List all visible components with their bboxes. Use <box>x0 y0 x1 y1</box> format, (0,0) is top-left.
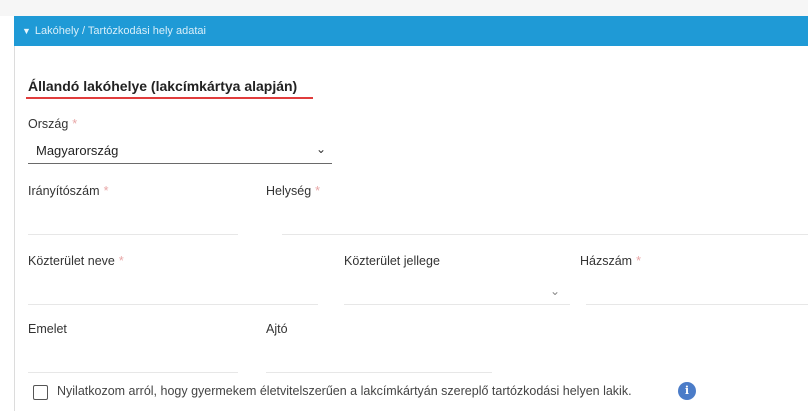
house-number-input[interactable] <box>586 280 808 305</box>
door-input[interactable] <box>266 348 492 373</box>
house-number-label: Házszám * <box>580 254 641 268</box>
street-type-select[interactable]: ⌄ <box>344 280 570 305</box>
section-title: Állandó lakóhelye (lakcímkártya alapján) <box>28 78 298 94</box>
top-strip <box>0 0 808 16</box>
required-mark: * <box>636 254 641 268</box>
section-title-underline <box>26 97 313 99</box>
zip-label-text: Irányítószám <box>28 184 100 198</box>
info-icon[interactable]: i <box>678 382 696 400</box>
door-label: Ajtó <box>266 322 288 336</box>
required-mark: * <box>118 254 124 268</box>
chevron-down-icon: ⌄ <box>315 142 326 156</box>
floor-label: Emelet <box>28 322 67 336</box>
country-label-text: Ország <box>28 117 69 131</box>
panel-border <box>14 46 15 411</box>
street-name-label: Közterület neve * <box>28 254 124 268</box>
house-number-label-text: Házszám <box>580 254 633 268</box>
city-label-text: Helység <box>266 184 312 198</box>
country-label: Ország * <box>28 117 77 131</box>
country-select[interactable]: Magyarország ⌄ <box>28 139 332 164</box>
declaration-checkbox[interactable] <box>33 385 48 400</box>
street-name-input[interactable] <box>28 280 318 305</box>
floor-input[interactable] <box>28 348 238 373</box>
street-type-label-text: Közterület jellege <box>344 254 440 268</box>
city-input[interactable] <box>282 210 808 235</box>
panel-header[interactable]: ▼ Lakóhely / Tartózkodási hely adatai <box>14 16 808 46</box>
chevron-down-icon: ⌄ <box>549 284 560 298</box>
panel-header-label: Lakóhely / Tartózkodási hely adatai <box>34 25 206 37</box>
street-type-label: Közterület jellege <box>344 254 440 268</box>
country-select-value: Magyarország <box>36 143 119 158</box>
required-mark: * <box>72 117 78 131</box>
required-mark: * <box>315 184 321 198</box>
chevron-down-icon: ▼ <box>22 26 31 36</box>
city-label: Helység * <box>266 184 320 198</box>
required-mark: * <box>103 184 109 198</box>
zip-label: Irányítószám * <box>28 184 108 198</box>
declaration-text: Nyilatkozom arról, hogy gyermekem életvi… <box>57 384 632 398</box>
zip-input[interactable] <box>28 210 238 235</box>
street-name-label-text: Közterület neve <box>28 254 115 268</box>
